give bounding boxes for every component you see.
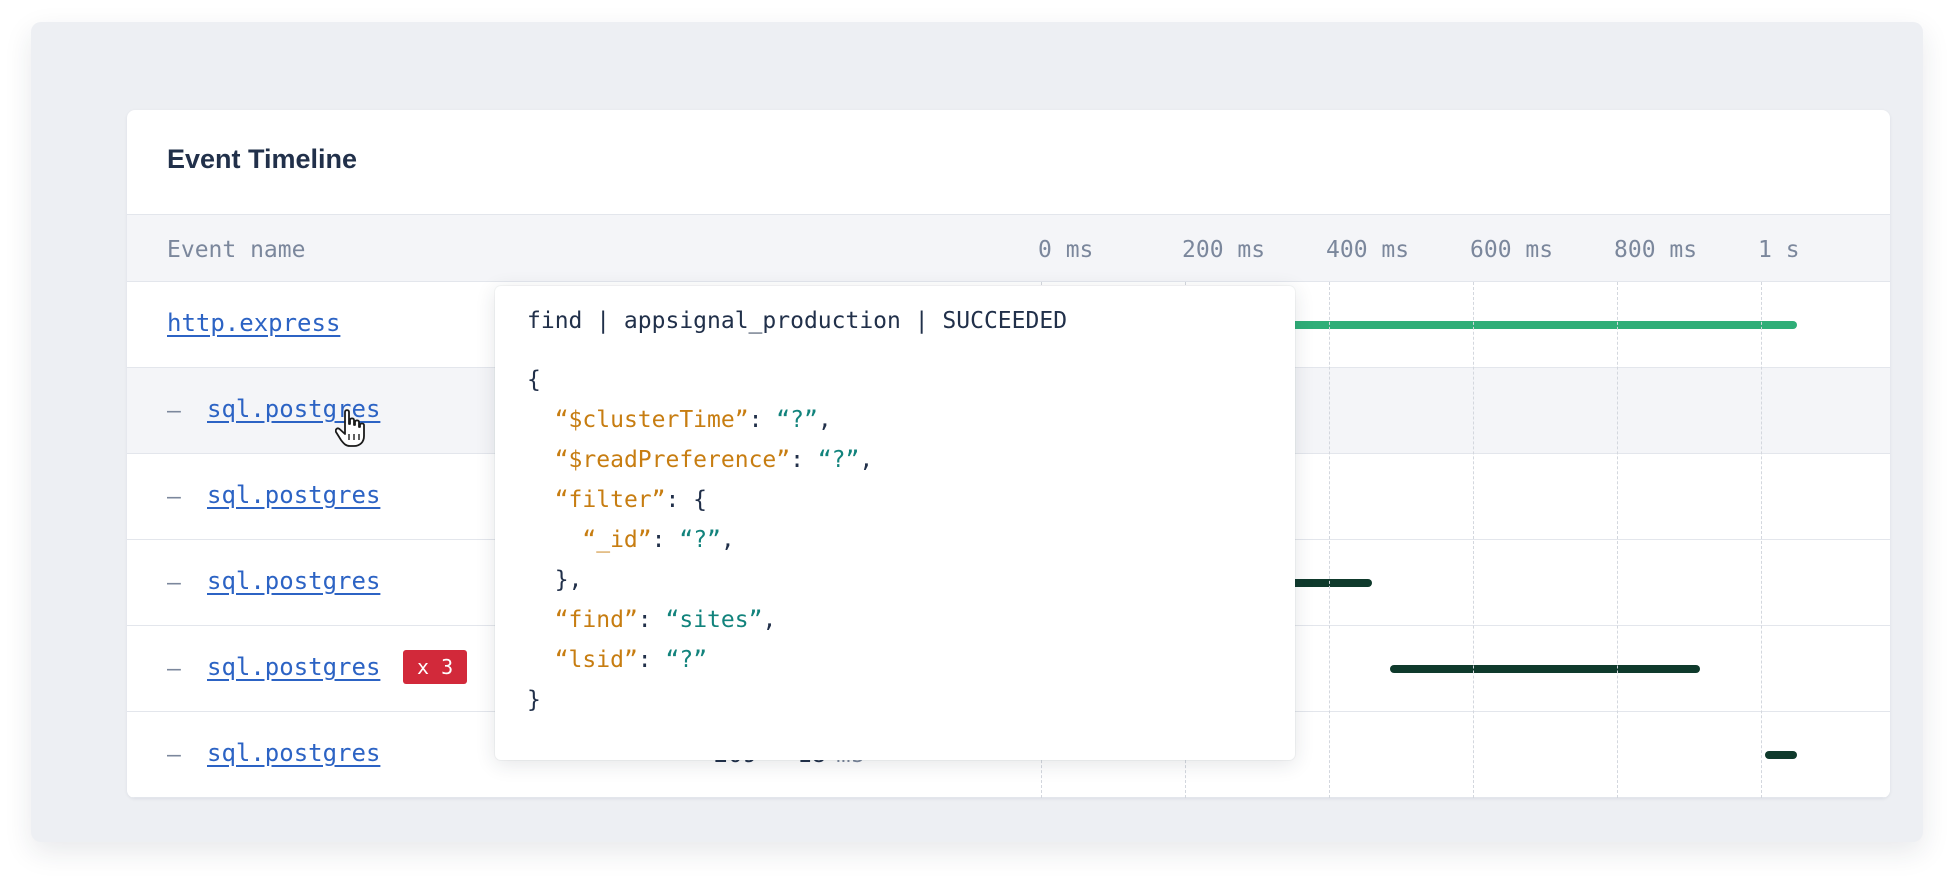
tree-indent-dash: — (167, 742, 181, 768)
json-key: “$clusterTime” (554, 407, 749, 433)
event-name-link[interactable]: sql.postgres (207, 481, 380, 509)
json-punctuation: , (817, 407, 832, 433)
timeline-tick-label: 1 s (1758, 237, 1800, 263)
json-punctuation (527, 487, 555, 513)
json-line: }, (527, 560, 1263, 600)
card-title: Event Timeline (167, 144, 358, 174)
json-line: “filter”: { (527, 480, 1263, 520)
json-line: “$clusterTime”: “?”, (527, 400, 1263, 440)
timeline-tick-label: 400 ms (1326, 237, 1410, 263)
json-line: } (527, 680, 1263, 720)
timeline-tick-label: 0 ms (1038, 237, 1094, 263)
event-name-link[interactable]: sql.postgres (207, 653, 380, 681)
tree-indent-dash: — (167, 398, 181, 424)
timeline-tick-label: 600 ms (1470, 237, 1554, 263)
json-punctuation: { (527, 367, 541, 393)
tree-indent-dash: — (167, 656, 181, 682)
json-line: “_id”: “?”, (527, 520, 1263, 560)
json-punctuation (527, 527, 582, 553)
json-value: “sites” (665, 607, 763, 633)
table-header: Event name 0 ms 200 ms 400 ms 600 ms 800 ms 1… (127, 214, 1890, 282)
json-punctuation: }, (527, 567, 583, 593)
popover-title: find | appsignal_production | SUCCEEDED (527, 308, 1068, 334)
json-punctuation: , (859, 447, 874, 473)
timeline-gridline (1617, 282, 1618, 798)
timeline-gridline (1329, 282, 1330, 798)
tree-indent-dash: — (167, 570, 181, 596)
timeline-tick-label: 200 ms (1182, 237, 1266, 263)
event-name-link[interactable]: http.express (167, 309, 340, 337)
timeline-gridline (1761, 282, 1762, 798)
json-punctuation (527, 647, 555, 673)
json-punctuation: : (790, 447, 818, 473)
page-backdrop: Event Timeline Event name 0 ms 200 ms 400 … (31, 22, 1923, 842)
json-key: “filter” (554, 487, 666, 513)
json-line: “$readPreference”: “?”, (527, 440, 1263, 480)
json-value: “?” (679, 527, 721, 553)
json-key: “find” (554, 607, 638, 633)
repeat-count-badge: x 3 (403, 650, 468, 684)
event-name-link[interactable]: sql.postgres (207, 567, 380, 595)
timeline-bar[interactable] (1764, 751, 1797, 759)
json-punctuation: : (748, 407, 777, 433)
json-line: { (527, 360, 1263, 400)
json-punctuation: , (762, 607, 777, 633)
hand-pointer-icon (335, 409, 365, 447)
json-key: “$readPreference” (554, 447, 791, 473)
json-punctuation (527, 607, 555, 633)
column-header-event-name: Event name (167, 237, 306, 263)
json-punctuation: , (720, 527, 735, 553)
json-key: “_id” (582, 527, 652, 553)
event-name-link[interactable]: sql.postgres (207, 739, 380, 767)
json-line: “find”: “sites”, (527, 600, 1263, 640)
json-value: “?” (665, 647, 708, 673)
json-punctuation: : { (665, 487, 708, 513)
popover-json-body: { “$clusterTime”: “?”, “$readPreference”… (527, 360, 1263, 720)
json-punctuation: : (651, 527, 680, 553)
json-punctuation: : (637, 647, 666, 673)
event-timeline-card: Event Timeline Event name 0 ms 200 ms 400 … (127, 110, 1890, 798)
timeline-tick-label: 800 ms (1614, 237, 1698, 263)
event-detail-popover: find | appsignal_production | SUCCEEDED … (495, 286, 1295, 760)
json-value: “?” (817, 447, 860, 473)
tree-indent-dash: — (167, 484, 181, 510)
json-punctuation: } (527, 687, 541, 713)
timeline-gridline (1473, 282, 1474, 798)
json-value: “?” (776, 407, 818, 433)
json-punctuation (527, 447, 555, 473)
timeline-bar[interactable] (1390, 665, 1700, 673)
json-line: “lsid”: “?” (527, 640, 1263, 680)
json-key: “lsid” (554, 647, 638, 673)
json-punctuation: : (637, 607, 666, 633)
timeline-bar[interactable] (1282, 579, 1373, 587)
json-punctuation (527, 407, 555, 433)
